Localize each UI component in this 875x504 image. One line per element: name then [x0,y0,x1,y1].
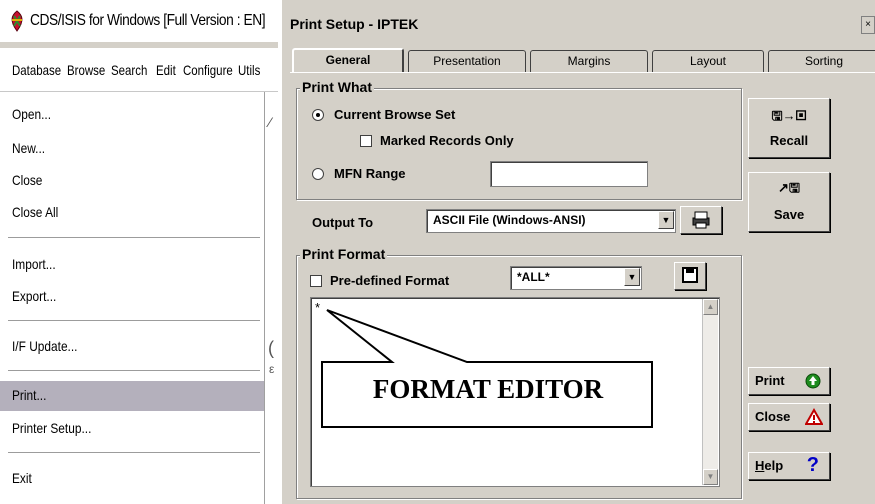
warning-icon [805,408,823,425]
app-logo-icon [11,10,23,32]
help-label: elp [764,458,784,473]
menu-item-close-all[interactable]: Close All [0,198,264,228]
menu-item-open[interactable]: Open... [0,100,264,130]
menu-separator [8,237,260,238]
close-button[interactable]: Close [748,403,830,431]
app-title: CDS/ISIS for Windows [Full Version : EN] [30,12,266,29]
recall-button[interactable]: 🖫→▣ Recall [748,98,830,158]
menu-utils[interactable]: Utils [238,62,260,78]
app-menubar: Database Browse Search Edit Configure Ut… [0,48,278,92]
app-titlebar: CDS/ISIS for Windows [Full Version : EN] [0,0,278,42]
menu-item-print[interactable]: Print... [0,381,264,411]
background-fragment-icon: ε [269,362,275,376]
menu-item-exit[interactable]: Exit [0,464,264,494]
menu-search[interactable]: Search [111,62,147,78]
background-fragment-icon: ( [268,338,274,358]
menu-browse[interactable]: Browse [67,62,105,78]
menu-separator [8,452,260,453]
menu-separator [8,320,260,321]
menu-configure[interactable]: Configure [183,62,233,78]
menu-item-import[interactable]: Import... [0,250,264,280]
help-button[interactable]: Help ? [748,452,830,480]
save-button[interactable]: ↗🖫 Save [748,172,830,232]
menu-item-export[interactable]: Export... [0,282,264,312]
go-up-icon [805,373,821,389]
menu-item-if-update[interactable]: I/F Update... [0,332,264,362]
save-icon: ↗🖫 [778,180,800,195]
print-button[interactable]: Print [748,367,830,395]
cdsisis-window: CDS/ISIS for Windows [Full Version : EN]… [0,0,278,504]
print-setup-dialog: Print Setup - IPTEK × General Presentati… [280,0,875,504]
background-fragment-icon: ⁄ [269,114,272,130]
callout-text: FORMAT EDITOR [372,374,604,404]
background-window-edge: ⁄ ( ε [265,92,278,504]
menu-separator [8,370,260,371]
menu-item-printer-setup[interactable]: Printer Setup... [0,414,264,444]
question-mark-icon: ? [806,454,819,476]
menu-edit[interactable]: Edit [156,62,176,78]
menu-item-new[interactable]: New... [0,134,264,164]
menu-item-close[interactable]: Close [0,166,264,196]
menu-database[interactable]: Database [12,62,61,78]
recall-icon: 🖫→▣ [771,108,807,123]
database-menu-dropdown: Open... New... Close Close All Import...… [0,92,265,504]
help-mnemonic: H [755,458,765,473]
